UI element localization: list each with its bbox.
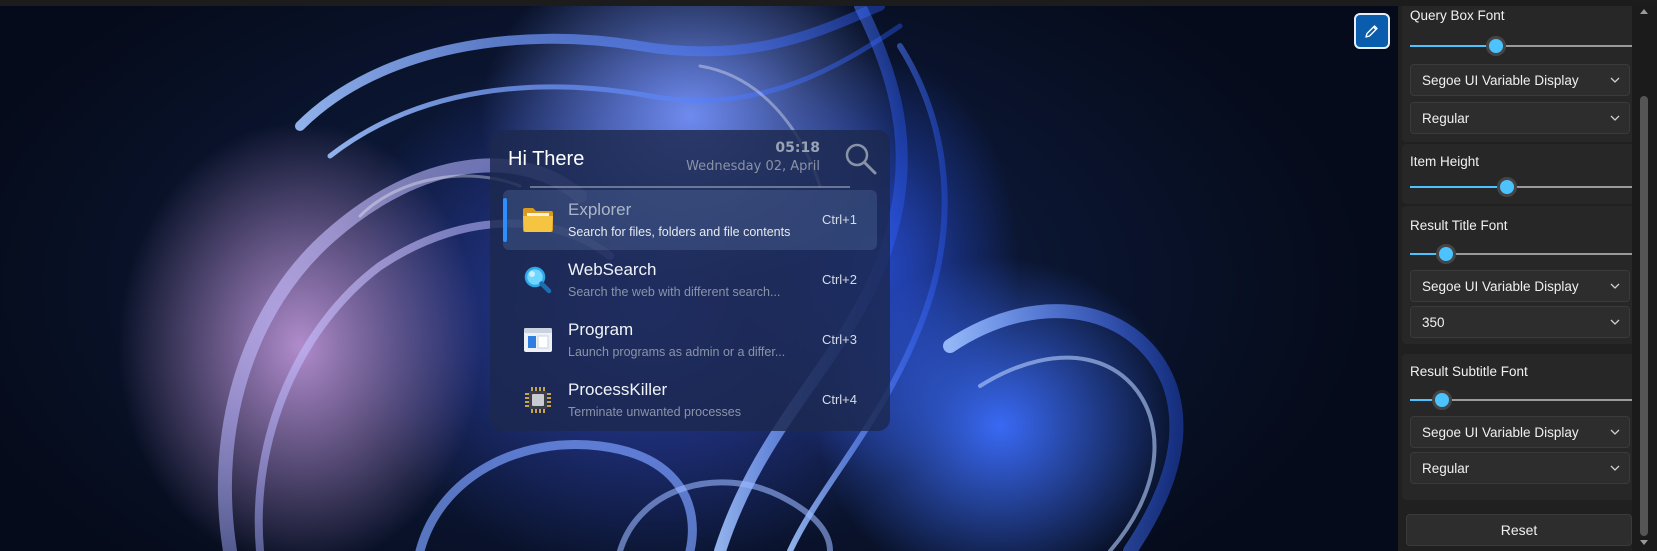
result-subtitle: Search for files, folders and file conte… xyxy=(568,225,791,239)
greeting-text: Hi There xyxy=(508,148,585,170)
section-item-height: Item Height xyxy=(1402,144,1636,204)
item-height-label: Item Height xyxy=(1410,154,1480,169)
dropdown-value: Regular xyxy=(1422,111,1470,126)
chevron-down-icon xyxy=(1610,77,1620,83)
query-box-font-family-dropdown[interactable]: Segoe UI Variable Display xyxy=(1410,64,1630,96)
dropdown-value: 350 xyxy=(1422,315,1445,330)
reset-button[interactable]: Reset xyxy=(1406,514,1632,546)
slider-fill xyxy=(1410,186,1508,188)
launcher-window: Hi There 05:18 Wednesday 02, April Explo… xyxy=(490,130,890,431)
query-box-font-size-slider[interactable] xyxy=(1410,36,1636,56)
result-shortcut: Ctrl+3 xyxy=(821,332,857,347)
result-subtitle-font-weight-dropdown[interactable]: Regular xyxy=(1410,452,1630,484)
scroll-up-arrow-icon[interactable] xyxy=(1638,6,1650,16)
magnifier-icon xyxy=(524,266,552,294)
slider-thumb[interactable] xyxy=(1436,244,1457,264)
clock-date: Wednesday 02, April xyxy=(686,159,820,174)
result-title-font-family-dropdown[interactable]: Segoe UI Variable Display xyxy=(1410,270,1630,302)
edit-button[interactable] xyxy=(1354,13,1390,49)
settings-panel: Query Box Font Segoe UI Variable Display… xyxy=(1398,6,1657,551)
slider-thumb[interactable] xyxy=(1485,36,1506,56)
result-subtitle-font-label: Result Subtitle Font xyxy=(1410,364,1528,379)
result-title: ProcessKiller xyxy=(568,380,668,399)
result-subtitle: Terminate unwanted processes xyxy=(568,405,742,419)
search-icon[interactable] xyxy=(844,142,878,176)
scrollbar-thumb[interactable] xyxy=(1640,96,1648,536)
slider-thumb[interactable] xyxy=(1497,177,1518,197)
result-shortcut: Ctrl+1 xyxy=(821,212,857,227)
section-result-subtitle-font: Result Subtitle Font Segoe UI Variable D… xyxy=(1402,354,1636,500)
result-shortcut: Ctrl+2 xyxy=(821,272,857,287)
chevron-down-icon xyxy=(1610,465,1620,471)
dropdown-value: Segoe UI Variable Display xyxy=(1422,425,1579,440)
folder-icon xyxy=(523,208,553,232)
selection-indicator xyxy=(503,198,507,242)
slider-thumb[interactable] xyxy=(1431,390,1452,410)
slider-fill xyxy=(1410,45,1496,47)
pencil-icon xyxy=(1365,25,1378,38)
settings-scrollbar[interactable] xyxy=(1632,6,1657,551)
result-subtitle: Launch programs as admin or a differ... xyxy=(568,345,786,359)
result-item-websearch[interactable]: WebSearch Search the web with different … xyxy=(503,250,877,310)
result-item-processkiller[interactable]: ProcessKiller Terminate unwanted process… xyxy=(503,370,877,430)
cpu-chip-icon xyxy=(525,387,551,413)
result-title: Explorer xyxy=(568,200,632,219)
result-item-program[interactable]: Program Launch programs as admin or a di… xyxy=(503,310,877,370)
dropdown-value: Segoe UI Variable Display xyxy=(1422,279,1579,294)
clock-time: 05:18 xyxy=(775,140,820,156)
result-subtitle-font-size-slider[interactable] xyxy=(1410,390,1636,410)
chevron-down-icon xyxy=(1610,319,1620,325)
results-list: Explorer Search for files, folders and f… xyxy=(503,190,877,430)
query-box-font-weight-dropdown[interactable]: Regular xyxy=(1410,102,1630,134)
result-subtitle: Search the web with different search... xyxy=(568,285,781,299)
result-title-font-label: Result Title Font xyxy=(1410,218,1508,233)
dropdown-value: Regular xyxy=(1422,461,1470,476)
query-box-font-label: Query Box Font xyxy=(1410,8,1505,23)
result-item-explorer[interactable]: Explorer Search for files, folders and f… xyxy=(503,190,877,250)
dropdown-value: Segoe UI Variable Display xyxy=(1422,73,1579,88)
item-height-slider[interactable] xyxy=(1410,177,1636,197)
result-title-font-weight-dropdown[interactable]: 350 xyxy=(1410,306,1630,338)
program-window-icon xyxy=(524,328,552,352)
result-title: Program xyxy=(568,320,634,339)
chevron-down-icon xyxy=(1610,115,1620,121)
section-result-title-font: Result Title Font Segoe UI Variable Disp… xyxy=(1402,206,1636,344)
result-title: WebSearch xyxy=(568,260,657,279)
query-input-underline[interactable] xyxy=(530,186,850,188)
section-query-box-font: Query Box Font Segoe UI Variable Display… xyxy=(1402,6,1636,142)
result-title-font-size-slider[interactable] xyxy=(1410,244,1636,264)
chevron-down-icon xyxy=(1610,283,1620,289)
scroll-down-arrow-icon[interactable] xyxy=(1638,538,1650,548)
result-shortcut: Ctrl+4 xyxy=(821,392,857,407)
chevron-down-icon xyxy=(1610,429,1620,435)
result-subtitle-font-family-dropdown[interactable]: Segoe UI Variable Display xyxy=(1410,416,1630,448)
